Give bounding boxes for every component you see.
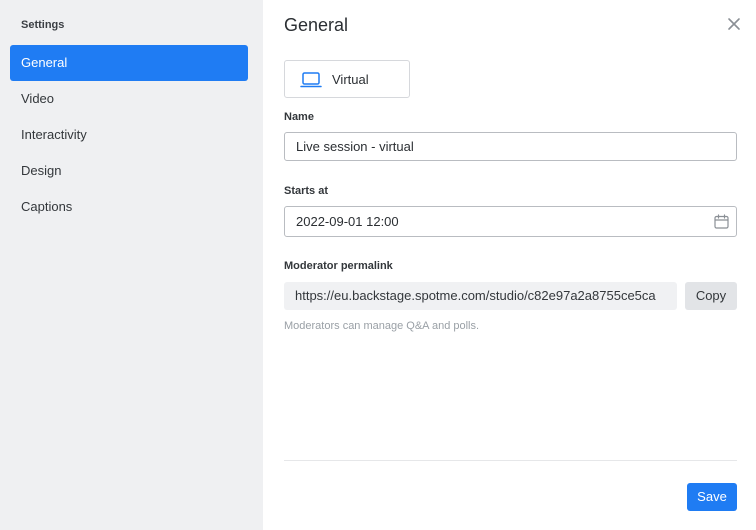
settings-panel: General Virtual Name Live session - virt… [263,0,756,530]
page-title: General [284,15,349,35]
copy-button[interactable]: Copy [685,282,737,310]
save-button[interactable]: Save [687,483,737,511]
moderator-permalink-field[interactable]: https://eu.backstage.spotme.com/studio/c… [284,282,677,310]
session-type-selector[interactable]: Virtual [284,60,410,98]
starts-at-label: Starts at [284,185,329,197]
session-type-label: Virtual [332,72,369,87]
starts-at-input[interactable]: 2022-09-01 12:00 [284,206,737,237]
name-label: Name [284,111,314,123]
starts-at-value: 2022-09-01 12:00 [296,214,399,229]
sidebar-item-video[interactable]: Video [10,81,248,117]
sidebar-item-general[interactable]: General [10,45,248,81]
sidebar-item-captions[interactable]: Captions [10,189,248,225]
name-input[interactable]: Live session - virtual [284,132,737,161]
footer-divider [284,460,737,461]
permalink-hint: Moderators can manage Q&A and polls. [284,320,480,332]
close-icon [728,18,740,30]
close-button[interactable] [727,17,741,31]
settings-nav: General Video Interactivity Design Capti… [10,45,248,225]
sidebar-title: Settings [21,19,65,31]
settings-sidebar: Settings General Video Interactivity Des… [0,0,263,530]
moderator-permalink-label: Moderator permalink [284,260,393,272]
laptop-icon [300,72,322,88]
calendar-icon[interactable] [714,214,729,229]
sidebar-item-design[interactable]: Design [10,153,248,189]
sidebar-item-interactivity[interactable]: Interactivity [10,117,248,153]
